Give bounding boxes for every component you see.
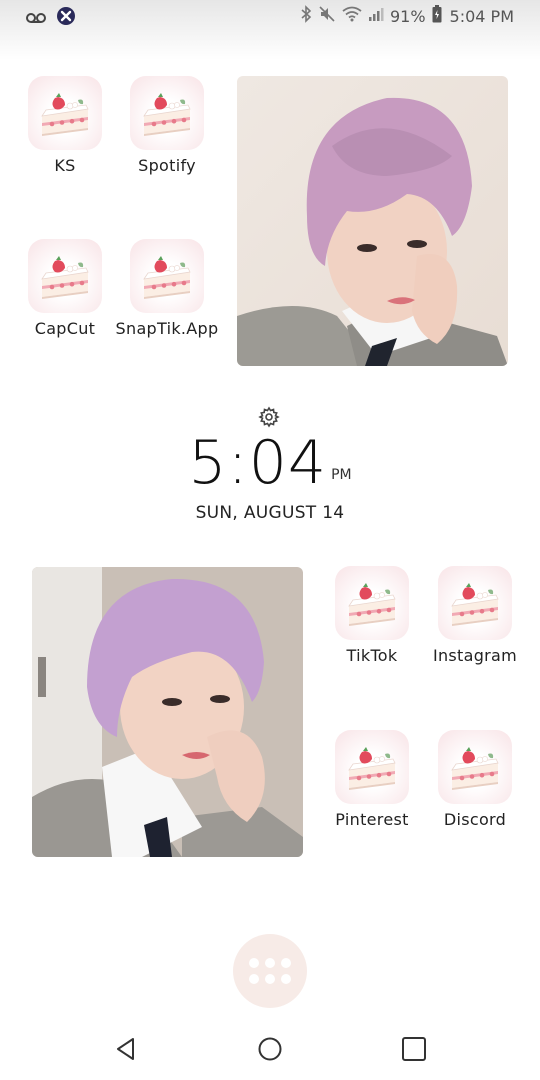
clock-time-row: 5:04 PM [0,428,540,498]
app-discord[interactable]: Discord [421,730,529,829]
photo-widget-bottom[interactable] [32,567,303,857]
status-bar: 91% 5:04 PM [0,0,540,60]
home-icon[interactable] [255,1034,285,1064]
voicemail-icon [26,9,46,28]
drawer-dot [281,974,291,984]
app-ks[interactable]: KS [11,76,119,175]
app-label: Spotify [138,156,196,175]
strawberry-cake-icon [130,76,204,150]
signal-icon [368,6,384,26]
app-label: KS [54,156,76,175]
app-drawer-button[interactable] [233,934,307,1008]
app-instagram[interactable]: Instagram [421,566,529,665]
app-label: TikTok [346,646,398,665]
app-label: Pinterest [335,810,409,829]
clock-ampm: PM [331,467,352,483]
status-time: 5:04 PM [449,6,514,26]
wifi-icon [342,6,362,26]
drawer-dot [249,974,259,984]
clock-date: SUN, AUGUST 14 [195,503,345,523]
strawberry-cake-icon [438,730,512,804]
status-bar-right: 91% 5:04 PM [300,5,514,27]
app-spotify[interactable]: Spotify [113,76,221,175]
drawer-dot [265,958,275,968]
app-capcut[interactable]: CapCut [11,239,119,338]
clock-time: 5:04 [188,428,328,498]
strawberry-cake-icon [130,239,204,313]
drawer-dot [281,958,291,968]
strawberry-cake-icon [28,239,102,313]
app-pinterest[interactable]: Pinterest [318,730,426,829]
drawer-dot [265,974,275,984]
mute-icon [318,5,336,27]
drawer-dot [249,958,259,968]
app-snaptik[interactable]: SnapTik.App [113,239,221,338]
app-notification-icon [56,6,76,30]
status-bar-left [26,6,76,30]
app-label: Discord [443,810,507,829]
navigation-bar [0,1018,540,1080]
bluetooth-icon [300,5,312,27]
portrait-image [32,567,303,857]
app-label: Instagram [432,646,518,665]
strawberry-cake-icon [335,730,409,804]
portrait-image [237,76,508,366]
battery-icon [432,5,442,27]
strawberry-cake-icon [28,76,102,150]
app-tiktok[interactable]: TikTok [318,566,426,665]
recents-icon[interactable] [399,1034,429,1064]
strawberry-cake-icon [438,566,512,640]
strawberry-cake-icon [335,566,409,640]
app-label: SnapTik.App [115,319,219,338]
app-label: CapCut [34,319,96,338]
back-icon[interactable] [111,1034,141,1064]
battery-percent: 91% [389,6,426,26]
photo-widget-top[interactable] [237,76,508,366]
